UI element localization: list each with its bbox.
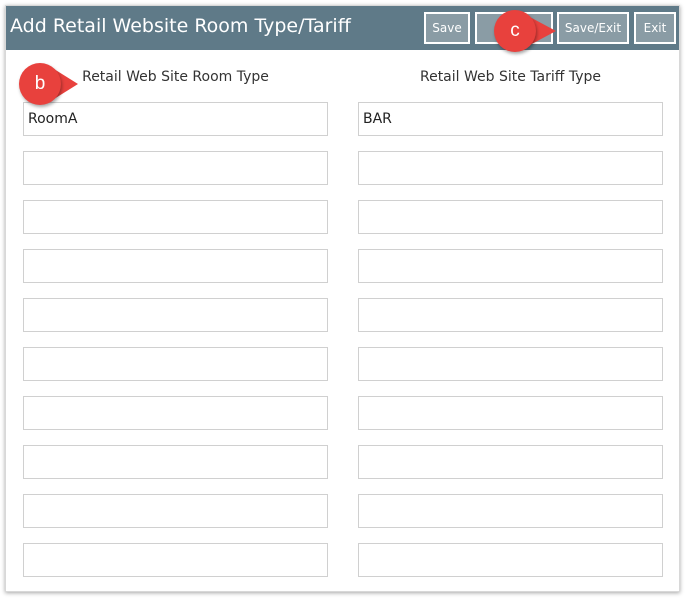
add-room-type-tariff-dialog: Add Retail Website Room Type/Tariff Save… <box>5 5 680 592</box>
exit-button[interactable]: Exit <box>634 12 676 44</box>
tariff-type-input[interactable] <box>358 151 663 185</box>
tariff-type-input[interactable] <box>358 347 663 381</box>
room-type-input[interactable] <box>23 347 328 381</box>
save-button[interactable]: Save <box>424 12 470 44</box>
tariff-type-input[interactable] <box>358 298 663 332</box>
room-type-input[interactable] <box>23 298 328 332</box>
tariff-type-input[interactable] <box>358 249 663 283</box>
tariff-type-input[interactable] <box>358 200 663 234</box>
room-type-input[interactable] <box>23 396 328 430</box>
room-type-input[interactable] <box>23 543 328 577</box>
room-type-input[interactable] <box>23 200 328 234</box>
tariff-type-input[interactable] <box>358 102 663 136</box>
tariff-type-input[interactable] <box>358 396 663 430</box>
tariff-type-input[interactable] <box>358 543 663 577</box>
callout-c-badge: c <box>494 10 536 52</box>
room-type-input[interactable] <box>23 102 328 136</box>
room-type-input[interactable] <box>23 249 328 283</box>
tariff-type-input[interactable] <box>358 445 663 479</box>
save-exit-button[interactable]: Save/Exit <box>557 12 629 44</box>
room-type-input[interactable] <box>23 494 328 528</box>
dialog-header: Add Retail Website Room Type/Tariff Save… <box>6 6 679 50</box>
dialog-title: Add Retail Website Room Type/Tariff <box>10 15 351 37</box>
tariff-type-column-label: Retail Web Site Tariff Type <box>419 69 602 85</box>
callout-b-badge: b <box>19 63 61 105</box>
tariff-type-input[interactable] <box>358 494 663 528</box>
room-type-input[interactable] <box>23 445 328 479</box>
room-type-input[interactable] <box>23 151 328 185</box>
